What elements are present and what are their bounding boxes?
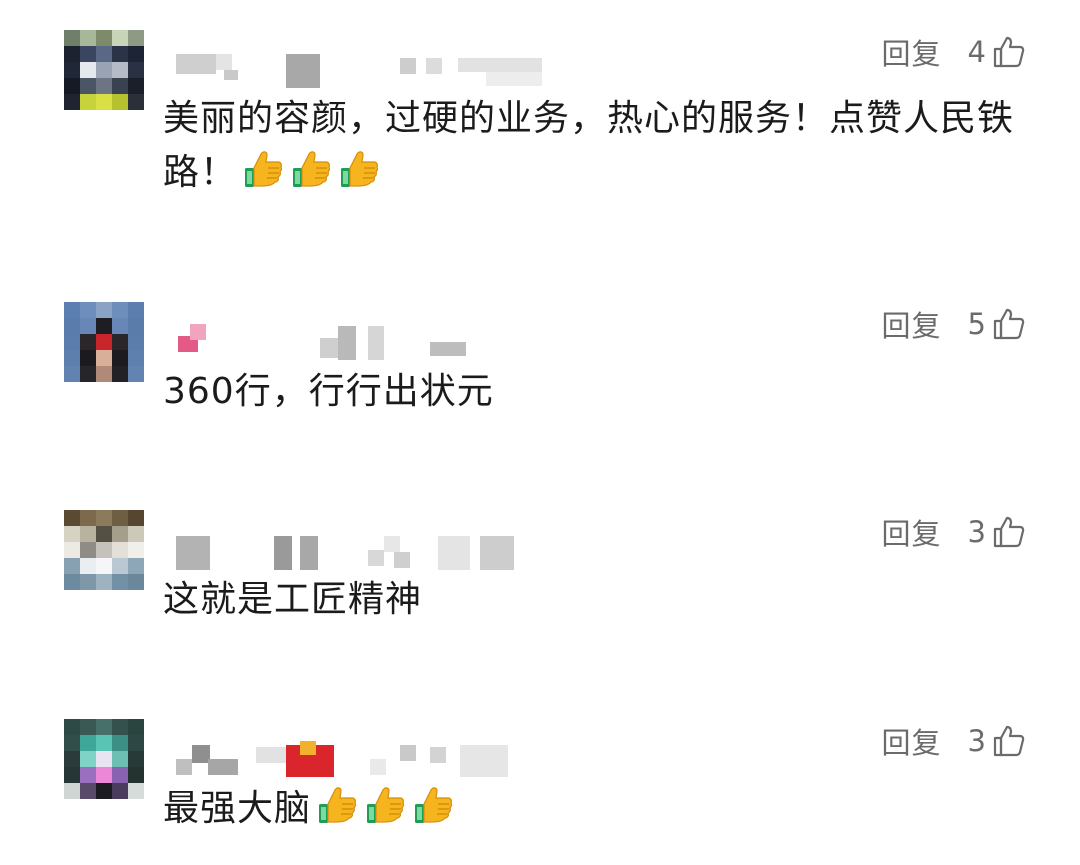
reply-button[interactable]: 回复 — [882, 303, 942, 345]
thumbs-up-icon — [363, 782, 407, 826]
avatar[interactable] — [64, 510, 144, 590]
comment-actions: 回复 3 — [882, 721, 1026, 761]
avatar[interactable] — [64, 302, 144, 382]
thumbs-up-icon — [289, 146, 333, 190]
like-count: 5 — [967, 307, 986, 341]
thumbs-up-outline-icon — [992, 515, 1026, 549]
username-mosaic[interactable] — [168, 729, 558, 777]
comment-text: 这就是工匠精神 — [163, 573, 1033, 627]
comment-text: 最强大脑 — [163, 782, 1033, 836]
comment-body: 这就是工匠精神 — [163, 579, 423, 620]
like-button[interactable]: 3 — [968, 724, 1026, 758]
reply-button[interactable]: 回复 — [882, 31, 942, 73]
like-button[interactable]: 4 — [968, 35, 1026, 69]
reply-button[interactable]: 回复 — [882, 720, 942, 762]
thumbs-up-icon — [315, 782, 359, 826]
like-count: 3 — [967, 724, 986, 758]
thumbs-up-outline-icon — [992, 35, 1026, 69]
thumbs-up-icon — [411, 782, 455, 826]
comment-text: 360行，行行出状元 — [163, 365, 1033, 419]
username-mosaic[interactable] — [168, 312, 558, 360]
comment-actions: 回复 3 — [882, 512, 1026, 552]
username-mosaic[interactable] — [168, 520, 558, 570]
comment-body: 最强大脑 — [163, 788, 312, 829]
thumbs-up-icon — [337, 146, 381, 190]
reply-button[interactable]: 回复 — [882, 511, 942, 553]
comment-text: 美丽的容颜，过硬的业务，热心的服务！点赞人民铁路！ — [163, 92, 1033, 200]
like-count: 3 — [967, 515, 986, 549]
comment-body: 360行，行行出状元 — [163, 371, 494, 412]
username-mosaic[interactable] — [168, 40, 558, 88]
thumbs-up-outline-icon — [992, 724, 1026, 758]
like-button[interactable]: 5 — [968, 307, 1026, 341]
thumbs-up-outline-icon — [992, 307, 1026, 341]
avatar[interactable] — [64, 30, 144, 110]
comment-actions: 回复 5 — [882, 304, 1026, 344]
like-count: 4 — [967, 35, 986, 69]
like-button[interactable]: 3 — [968, 515, 1026, 549]
avatar[interactable] — [64, 719, 144, 799]
comment-actions: 回复 4 — [882, 32, 1026, 72]
thumbs-up-icon — [241, 146, 285, 190]
